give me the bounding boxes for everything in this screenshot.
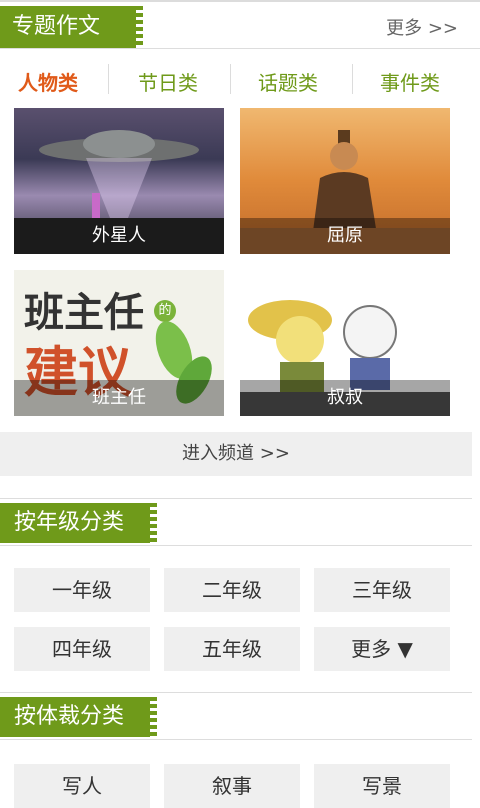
tab-people[interactable]: 人物类 — [18, 67, 78, 96]
card-teacher[interactable]: 班主任 建议 的 班主任 — [14, 270, 224, 416]
tab-divider — [230, 64, 231, 94]
tab-topics[interactable]: 话题类 — [258, 67, 318, 96]
grade-button[interactable]: 三年级 — [314, 568, 450, 612]
tab-events[interactable]: 事件类 — [380, 67, 440, 96]
tab-holidays[interactable]: 节日类 — [138, 67, 198, 96]
topic-title: 专题作文 — [0, 6, 143, 48]
grade-section-header: 按年级分类 — [0, 498, 472, 546]
card-uncle[interactable]: 叔叔 — [240, 270, 450, 416]
grade-button[interactable]: 五年级 — [164, 627, 300, 671]
genre-section-header: 按体裁分类 — [0, 692, 472, 740]
genre-button[interactable]: 写人 — [14, 764, 150, 808]
grade-button[interactable]: 四年级 — [14, 627, 150, 671]
card-label: 屈原 — [240, 218, 450, 254]
grade-title: 按年级分类 — [0, 503, 157, 543]
card-label: 外星人 — [14, 218, 224, 254]
card-label: 叔叔 — [240, 380, 450, 416]
grade-button[interactable]: 一年级 — [14, 568, 150, 612]
card-label: 班主任 — [14, 380, 224, 416]
grade-button[interactable]: 二年级 — [164, 568, 300, 612]
tab-divider — [352, 64, 353, 94]
enter-channel-button[interactable]: 进入频道 >> — [0, 432, 472, 476]
genre-button[interactable]: 叙事 — [164, 764, 300, 808]
card-quyuan[interactable]: 屈原 — [240, 108, 450, 254]
topic-section-header: 专题作文 更多 >> — [0, 2, 480, 49]
genre-title: 按体裁分类 — [0, 697, 157, 737]
grade-more-button[interactable]: 更多 ▼ — [314, 627, 450, 671]
topic-tabs: 人物类 节日类 话题类 事件类 — [0, 49, 480, 107]
tab-divider — [108, 64, 109, 94]
card-alien[interactable]: 外星人 — [14, 108, 224, 254]
topic-more-link[interactable]: 更多 >> — [386, 14, 458, 40]
genre-button[interactable]: 写景 — [314, 764, 450, 808]
